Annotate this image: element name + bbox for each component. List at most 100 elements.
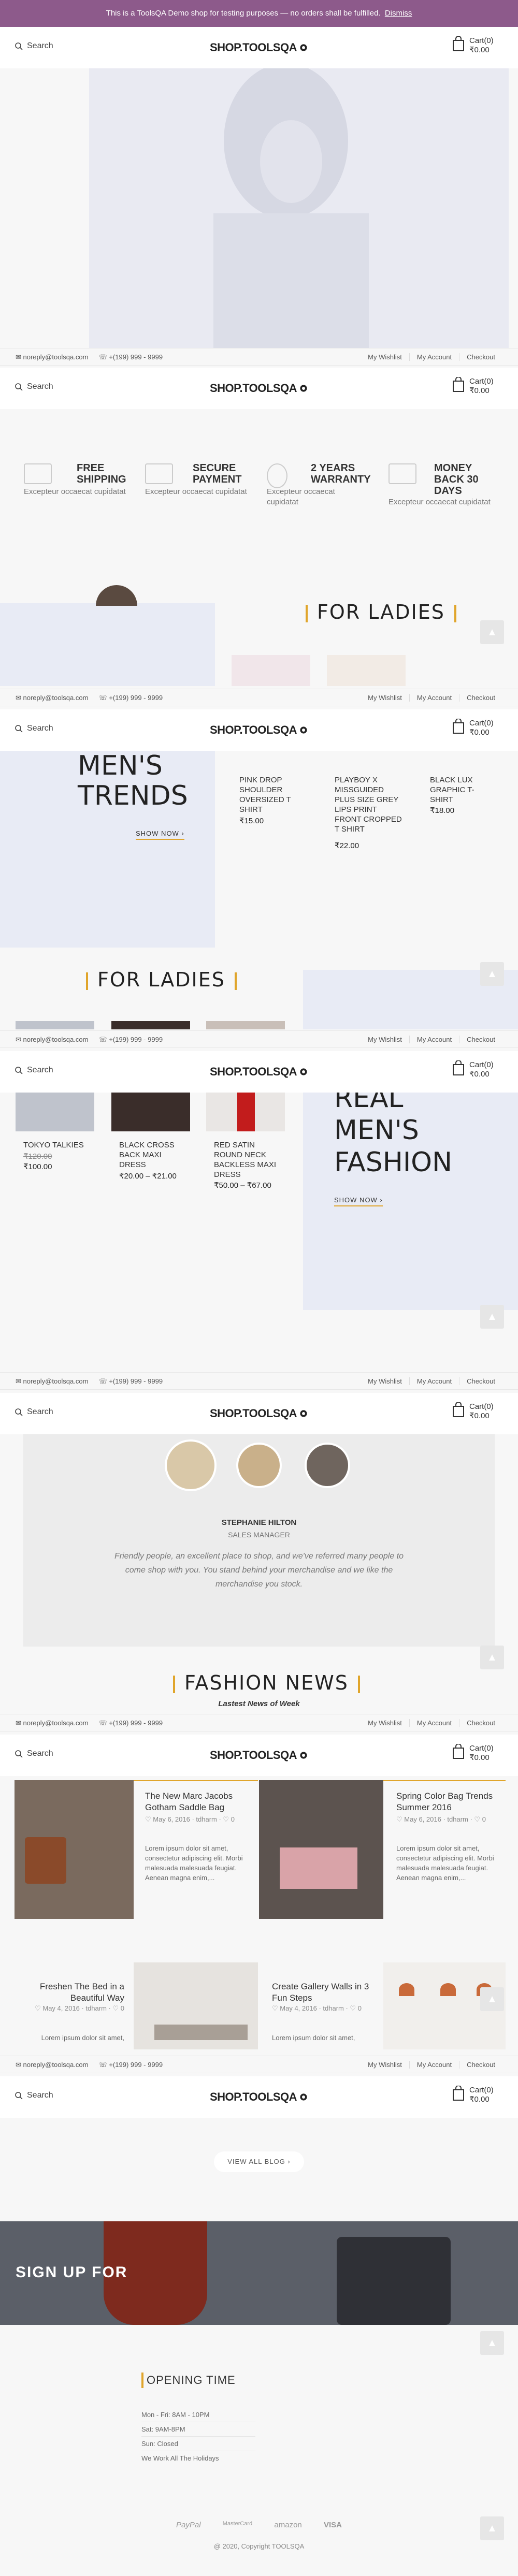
scroll-to-top-button[interactable]: ▲	[480, 620, 504, 644]
email-link[interactable]: ✉ noreply@toolsqa.com	[16, 2061, 88, 2069]
product-image[interactable]	[16, 1021, 94, 1029]
site-logo[interactable]: SHOP.TOOLSQA	[210, 36, 308, 59]
checkout-link[interactable]: Checkout	[459, 2061, 502, 2069]
checkout-link[interactable]: Checkout	[459, 1377, 502, 1385]
product-name[interactable]: BLACK LUX GRAPHIC T-SHIRT	[430, 775, 487, 805]
checkout-link[interactable]: Checkout	[459, 1719, 502, 1727]
site-logo[interactable]: SHOP.TOOLSQA	[210, 1402, 308, 1425]
cart-button[interactable]: Cart(0) ₹0.00	[452, 36, 494, 55]
news-image[interactable]	[15, 1780, 134, 1919]
wishlist-link[interactable]: My Wishlist	[361, 353, 409, 361]
dismiss-link[interactable]: Dismiss	[385, 9, 412, 18]
cart-button[interactable]: Cart(0) ₹0.00	[452, 719, 494, 737]
cart-button[interactable]: Cart(0) ₹0.00	[452, 2086, 494, 2104]
product-name[interactable]: BLACK CROSS BACK MAXI DRESS	[119, 1140, 186, 1170]
search-button[interactable]: Search	[15, 1749, 53, 1758]
search-button[interactable]: Search	[15, 382, 53, 391]
phone-link[interactable]: ☏ +(199) 999 - 9999	[98, 1719, 163, 1727]
wishlist-link[interactable]: My Wishlist	[361, 1036, 409, 1043]
real-mens-fashion-title: REAL MEN'S FASHION	[334, 1093, 452, 1178]
hero-banner[interactable]	[89, 63, 509, 348]
view-all-blog-button[interactable]: VIEW ALL BLOG ›	[214, 2151, 304, 2172]
email-link[interactable]: ✉ noreply@toolsqa.com	[16, 1719, 88, 1727]
accent-bar	[141, 2373, 143, 2388]
demo-notice-bar: This is a ToolsQA Demo shop for testing …	[0, 0, 518, 27]
product-image[interactable]	[206, 1093, 285, 1131]
phone-link[interactable]: ☏ +(199) 999 - 9999	[98, 353, 163, 361]
wishlist-link[interactable]: My Wishlist	[361, 1377, 409, 1385]
news-accent-line	[383, 1780, 506, 1781]
avatar[interactable]	[305, 1443, 350, 1488]
search-button[interactable]: Search	[15, 2091, 53, 2100]
cart-button[interactable]: Cart(0) ₹0.00	[452, 1744, 494, 1763]
site-logo[interactable]: SHOP.TOOLSQA	[210, 2086, 308, 2108]
search-button[interactable]: Search	[15, 724, 53, 733]
avatar[interactable]	[236, 1443, 282, 1488]
cart-button[interactable]: Cart(0) ₹0.00	[452, 1402, 494, 1421]
scroll-to-top-button[interactable]: ▲	[480, 962, 504, 986]
show-now-button[interactable]: SHOW NOW ›	[136, 829, 184, 840]
scroll-to-top-button[interactable]: ▲	[480, 1987, 504, 2011]
scroll-to-top-button[interactable]: ▲	[480, 2516, 504, 2540]
search-button[interactable]: Search	[15, 1066, 53, 1075]
cart-button[interactable]: Cart(0) ₹0.00	[452, 377, 494, 396]
checkout-link[interactable]: Checkout	[459, 353, 502, 361]
cart-button[interactable]: Cart(0) ₹0.00	[452, 1060, 494, 1079]
section-subtitle: Lastest News of Week	[218, 1699, 300, 1708]
email-link[interactable]: ✉ noreply@toolsqa.com	[16, 1377, 88, 1386]
scroll-to-top-button[interactable]: ▲	[480, 1646, 504, 1669]
search-button[interactable]: Search	[15, 41, 53, 51]
account-link[interactable]: My Account	[409, 1719, 459, 1727]
feature-title: SECURE PAYMENT	[193, 462, 242, 485]
site-logo[interactable]: SHOP.TOOLSQA	[210, 1744, 308, 1767]
email-link[interactable]: ✉ noreply@toolsqa.com	[16, 694, 88, 702]
account-link[interactable]: My Account	[409, 694, 459, 702]
account-link[interactable]: My Account	[409, 353, 459, 361]
news-image[interactable]	[259, 1780, 383, 1919]
show-now-button[interactable]: SHOW NOW ›	[334, 1196, 383, 1206]
phone-link[interactable]: ☏ +(199) 999 - 9999	[98, 694, 163, 702]
news-title[interactable]: Create Gallery Walls in 3 Fun Steps	[272, 1981, 376, 2004]
email-link[interactable]: ✉ noreply@toolsqa.com	[16, 1036, 88, 1044]
email-link[interactable]: ✉ noreply@toolsqa.com	[16, 353, 88, 361]
medal-icon	[267, 463, 287, 488]
news-title[interactable]: Spring Color Bag Trends Summer 2016	[396, 1791, 500, 1813]
news-title[interactable]: Freshen The Bed in a Beautiful Way	[31, 1981, 124, 2004]
product-name[interactable]: PLAYBOY X MISSGUIDED PLUS SIZE GREY LIPS…	[335, 775, 402, 834]
product-name[interactable]: RED SATIN ROUND NECK BACKLESS MAXI DRESS	[214, 1140, 281, 1180]
site-logo[interactable]: SHOP.TOOLSQA	[210, 1060, 308, 1083]
checkout-link[interactable]: Checkout	[459, 694, 502, 702]
site-logo[interactable]: SHOP.TOOLSQA	[210, 377, 308, 400]
product-image[interactable]	[16, 1093, 94, 1131]
product-image[interactable]	[111, 1021, 190, 1029]
site-logo[interactable]: SHOP.TOOLSQA	[210, 719, 308, 741]
news-title[interactable]: The New Marc Jacobs Gotham Saddle Bag	[145, 1791, 249, 1813]
account-link[interactable]: My Account	[409, 1036, 459, 1043]
product-image[interactable]	[327, 655, 406, 686]
shopping-bag-icon	[453, 1060, 464, 1075]
account-link[interactable]: My Account	[409, 2061, 459, 2069]
search-label: Search	[27, 41, 53, 50]
product-name[interactable]: PINK DROP SHOULDER OVERSIZED T SHIRT	[239, 775, 301, 814]
scroll-to-top-button[interactable]: ▲	[480, 1305, 504, 1329]
wishlist-link[interactable]: My Wishlist	[361, 2061, 409, 2069]
account-link[interactable]: My Account	[409, 1377, 459, 1385]
phone-link[interactable]: ☏ +(199) 999 - 9999	[98, 1036, 163, 1044]
testimonial-quote: Friendly people, an excellent place to s…	[114, 1552, 404, 1589]
payment-logos: PayPal MasterCard amazon VISA	[176, 2521, 342, 2529]
product-image[interactable]	[232, 655, 310, 686]
checkout-link[interactable]: Checkout	[459, 1036, 502, 1043]
avatar[interactable]	[165, 1439, 217, 1491]
phone-link[interactable]: ☏ +(199) 999 - 9999	[98, 2061, 163, 2069]
news-image[interactable]	[134, 1962, 258, 2049]
gear-icon	[300, 385, 307, 392]
product-name[interactable]: TOKYO TALKIES	[23, 1140, 96, 1150]
product-image[interactable]	[206, 1021, 285, 1029]
cart-total: ₹0.00	[469, 46, 490, 54]
product-image[interactable]	[111, 1093, 190, 1131]
search-button[interactable]: Search	[15, 1407, 53, 1417]
wishlist-link[interactable]: My Wishlist	[361, 694, 409, 702]
wishlist-link[interactable]: My Wishlist	[361, 1719, 409, 1727]
phone-link[interactable]: ☏ +(199) 999 - 9999	[98, 1377, 163, 1386]
scroll-to-top-button[interactable]: ▲	[480, 2331, 504, 2355]
